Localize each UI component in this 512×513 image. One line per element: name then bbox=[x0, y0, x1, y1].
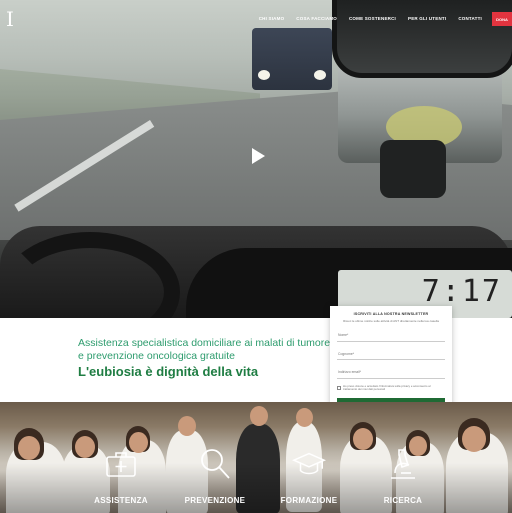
nav-cosa-facciamo[interactable]: COSA FACCIAMO bbox=[296, 16, 337, 21]
category-label: RICERCA bbox=[383, 496, 423, 505]
newsletter-title: ISCRIVITI ALLA NOSTRA NEWSLETTER bbox=[353, 312, 429, 316]
top-navigation: CHI SIAMO COSA FACCIAMO COME SOSTENERCI … bbox=[259, 16, 482, 21]
hero-truck bbox=[252, 28, 332, 90]
hero-mirror-stem bbox=[380, 140, 446, 198]
site-logo[interactable]: I bbox=[6, 8, 16, 30]
category-label: PREVENZIONE bbox=[184, 496, 246, 505]
graduation-cap-icon bbox=[292, 446, 326, 482]
newsletter-subtitle: Ricevi le ultime notizie sulle attività … bbox=[343, 319, 439, 323]
newsletter-form: ISCRIVITI ALLA NOSTRA NEWSLETTER Ricevi … bbox=[330, 306, 452, 414]
medical-bag-icon bbox=[104, 446, 138, 482]
intro-tagline: Assistenza specialistica domiciliare ai … bbox=[78, 337, 331, 362]
category-label: ASSISTENZA bbox=[94, 496, 148, 505]
donate-button[interactable]: DONA bbox=[492, 12, 512, 26]
category-label: FORMAZIONE bbox=[280, 496, 338, 505]
newsletter-email-field[interactable] bbox=[337, 366, 445, 379]
dashboard-display-text: 7:17 bbox=[421, 274, 502, 309]
nav-chi-siamo[interactable]: CHI SIAMO bbox=[259, 16, 285, 21]
nav-per-gli-utenti[interactable]: PER GLI UTENTI bbox=[408, 16, 446, 21]
category-links: ASSISTENZA PREVENZIONE FORMAZIONE RICERC… bbox=[0, 446, 512, 513]
microscope-icon bbox=[386, 446, 420, 482]
intro-slogan: L'eubiosia è dignità della vita bbox=[78, 364, 259, 379]
privacy-text: Ho preso visione e accettato l'informati… bbox=[343, 383, 431, 392]
category-prevenzione[interactable]: PREVENZIONE bbox=[170, 446, 260, 505]
play-icon[interactable] bbox=[252, 148, 265, 164]
privacy-checkbox[interactable] bbox=[337, 385, 341, 390]
category-assistenza[interactable]: ASSISTENZA bbox=[76, 446, 166, 505]
category-ricerca[interactable]: RICERCA bbox=[358, 446, 448, 505]
magnifier-icon bbox=[198, 446, 232, 482]
category-formazione[interactable]: FORMAZIONE bbox=[264, 446, 354, 505]
hero-rearview-mirror bbox=[332, 0, 512, 78]
nav-come-sostenerci[interactable]: COME SOSTENERCI bbox=[349, 16, 396, 21]
nav-contatti[interactable]: CONTATTI bbox=[458, 16, 482, 21]
newsletter-surname-field[interactable] bbox=[337, 348, 445, 360]
newsletter-name-field[interactable] bbox=[337, 329, 445, 342]
newsletter-privacy: Ho preso visione e accettato l'informati… bbox=[337, 383, 445, 392]
